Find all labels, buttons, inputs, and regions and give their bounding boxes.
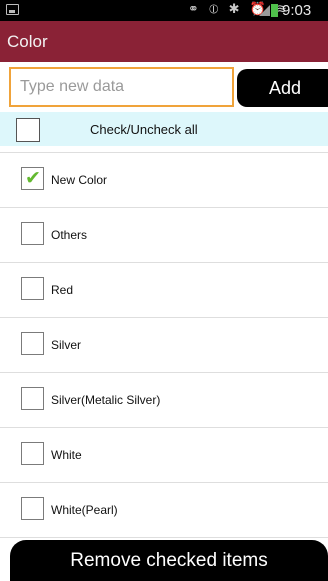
status-bar: ⚭ ⦶ ✱ ⏰ ≋ 9:03 AM bbox=[0, 0, 328, 36]
new-data-input[interactable] bbox=[9, 67, 234, 107]
list-item[interactable]: ✔ Others bbox=[0, 208, 328, 263]
title-bar: Color bbox=[0, 21, 328, 62]
check-all-label: Check/Uncheck all bbox=[90, 122, 198, 137]
list-item[interactable]: ✔ Silver bbox=[0, 318, 328, 373]
list-item[interactable]: ✔ Red bbox=[0, 263, 328, 318]
input-row: Add bbox=[0, 62, 328, 112]
list-item[interactable]: ✔ Silver(Metalic Silver) bbox=[0, 373, 328, 428]
item-checkbox[interactable]: ✔ bbox=[21, 277, 44, 300]
notification-icon bbox=[6, 4, 19, 15]
item-label: White bbox=[51, 448, 82, 462]
item-label: Silver(Metalic Silver) bbox=[51, 393, 161, 407]
list-item[interactable]: ✔ New Color bbox=[0, 153, 328, 208]
battery-icon bbox=[271, 4, 278, 17]
item-checkbox[interactable]: ✔ bbox=[21, 442, 44, 465]
item-label: Others bbox=[51, 228, 88, 242]
check-all-bar[interactable]: Check/Uncheck all bbox=[0, 112, 328, 146]
check-all-checkbox[interactable] bbox=[16, 118, 40, 142]
item-list-content: ✔Natural✔New Color✔Others✔Red✔Silver✔Sil… bbox=[0, 112, 328, 538]
item-label: Silver bbox=[51, 338, 82, 352]
page-title: Color bbox=[7, 32, 48, 51]
item-checkbox[interactable]: ✔ bbox=[21, 387, 44, 410]
item-checkbox[interactable]: ✔ bbox=[21, 167, 44, 190]
signal-icon bbox=[259, 5, 270, 16]
remove-checked-button[interactable]: Remove checked items bbox=[10, 540, 328, 581]
item-list[interactable]: ✔Natural✔New Color✔Others✔Red✔Silver✔Sil… bbox=[0, 112, 328, 581]
list-item[interactable]: ✔ White bbox=[0, 428, 328, 483]
list-item[interactable]: ✔ White(Pearl) bbox=[0, 483, 328, 538]
item-checkbox[interactable]: ✔ bbox=[21, 332, 44, 355]
add-button[interactable]: Add bbox=[237, 69, 328, 107]
item-label: Red bbox=[51, 283, 74, 297]
item-label: New Color bbox=[51, 173, 108, 187]
item-label: White(Pearl) bbox=[51, 503, 118, 517]
item-checkbox[interactable]: ✔ bbox=[21, 222, 44, 245]
checkmark-icon: ✔ bbox=[25, 167, 41, 189]
item-checkbox[interactable]: ✔ bbox=[21, 497, 44, 520]
